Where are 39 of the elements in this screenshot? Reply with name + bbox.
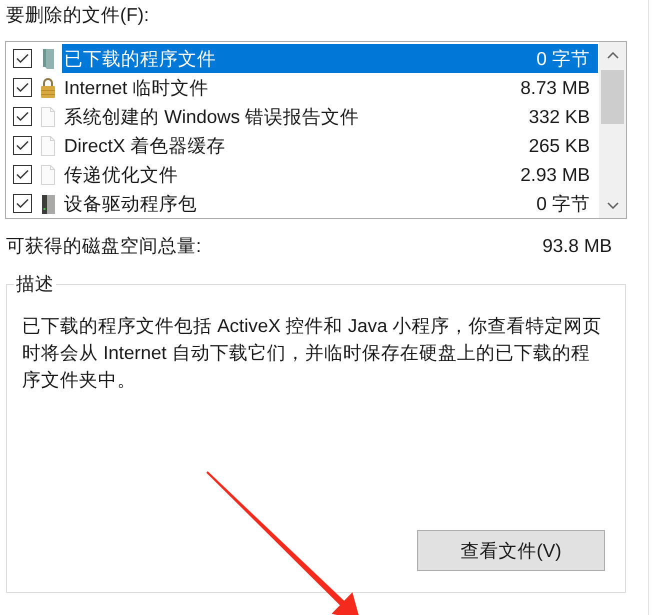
file-size: 8.73 MB [520,76,590,98]
file-name: 传递优化文件 [64,162,178,186]
document-icon [40,164,56,186]
file-size: 2.93 MB [520,164,590,186]
checkbox[interactable] [13,165,32,184]
checkbox[interactable] [13,107,32,126]
file-size: 0 字节 [536,46,590,70]
document-icon [40,134,56,156]
disk-space-label: 可获得的磁盘空间总量: [6,234,202,258]
drive-icon [40,192,56,214]
file-name: 系统创建的 Windows 错误报告文件 [64,104,360,128]
chevron-down-icon[interactable] [606,202,618,208]
list-item[interactable]: 已下载的程序文件 0 字节 [62,44,598,73]
file-name: Internet 临时文件 [64,76,209,100]
checkbox[interactable] [13,136,32,155]
scrollbar[interactable] [599,42,626,218]
list-item[interactable]: 系统创建的 Windows 错误报告文件 332 KB [62,102,598,131]
scrollbar-thumb[interactable] [601,70,624,124]
description-text: 已下载的程序文件包括 ActiveX 控件和 Java 小程序，你查看特定网页时将会从 Internet 自动下载它们，并临时保存在硬盘上的已下载的程序文件夹中。 [22,314,603,392]
list-item[interactable]: 设备驱动程序包 0 字节 [62,189,598,218]
disk-space-value: 93.8 MB [542,234,612,258]
file-size: 265 KB [528,134,590,156]
file-name: 已下载的程序文件 [64,46,216,70]
checkbox[interactable] [13,49,32,68]
list-item[interactable]: Internet 临时文件 8.73 MB [62,73,598,102]
checkbox[interactable] [13,194,32,213]
list-item[interactable]: 传递优化文件 2.93 MB [62,160,598,189]
files-heading: 要删除的文件(F): [6,3,150,27]
file-size: 0 字节 [536,192,590,216]
document-icon [40,106,56,128]
file-name: DirectX 着色器缓存 [64,134,226,158]
book-icon [40,48,56,70]
chevron-up-icon[interactable] [606,52,618,58]
checkbox[interactable] [13,78,32,97]
padlock-icon [40,76,56,98]
list-item[interactable]: DirectX 着色器缓存 265 KB [62,131,598,160]
file-name: 设备驱动程序包 [64,192,197,216]
file-size: 332 KB [528,106,590,128]
view-files-button[interactable]: 查看文件(V) [417,530,605,571]
